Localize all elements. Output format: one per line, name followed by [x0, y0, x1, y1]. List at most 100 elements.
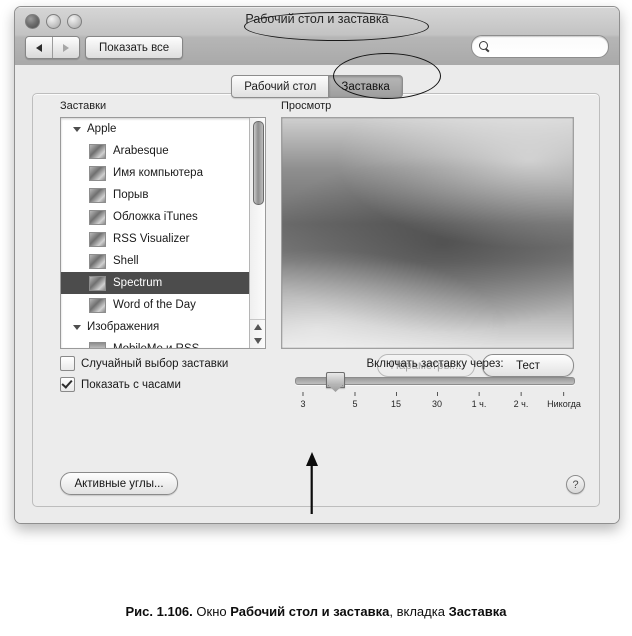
scroll-down-icon[interactable] [253, 338, 262, 344]
caption-text-2: , вкладка [389, 604, 445, 619]
list-item[interactable]: Arabesque [61, 140, 249, 162]
list-item-label: Spectrum [113, 277, 163, 289]
scrollbar-thumb[interactable] [253, 121, 264, 205]
screensaver-thumb-icon [89, 209, 106, 225]
navigation-buttons [25, 36, 80, 59]
list-item[interactable]: Имя компьютера [61, 162, 249, 184]
list-item-label: Arabesque [113, 145, 169, 157]
screensavers-list-items: Apple Arabesque Имя компьютера Порыв Обл… [61, 118, 249, 348]
tick-label: 5 [352, 399, 358, 409]
slider-tick: Никогда [547, 392, 581, 409]
show-clock-checkbox[interactable] [60, 377, 75, 392]
tick-mark-icon [563, 392, 565, 396]
slider-tick: 1 ч. [471, 392, 487, 409]
screensavers-list[interactable]: Apple Arabesque Имя компьютера Порыв Обл… [60, 117, 266, 349]
annotation-arrow-icon [306, 452, 318, 514]
list-item-label: Обложка iTunes [113, 211, 198, 223]
tick-label: 15 [390, 399, 402, 409]
show-clock-checkbox-row[interactable]: Показать с часами [60, 377, 181, 392]
preview-image [282, 118, 573, 348]
search-icon [479, 41, 490, 52]
list-item-label: Изображения [87, 321, 160, 333]
list-item-label: Word of the Day [113, 299, 196, 311]
list-item-label: Имя компьютера [113, 167, 203, 179]
forward-button[interactable] [52, 37, 79, 58]
scrollbar-arrows[interactable] [250, 319, 265, 348]
slider-ticks: 3 5 15 30 1 ч. 2 ч. Никогда [295, 392, 581, 416]
slider-caption: Включать заставку через: [366, 358, 504, 370]
tab-annotation-ellipse [333, 53, 441, 99]
slider-tick: 30 [432, 392, 442, 409]
back-button[interactable] [26, 37, 52, 58]
tick-mark-icon [395, 392, 397, 396]
screensavers-list-label: Заставки [60, 100, 107, 112]
caption-bold-2: Заставка [448, 604, 507, 619]
preview-label: Просмотр [281, 100, 332, 112]
tick-mark-icon [302, 392, 304, 396]
show-clock-label: Показать с часами [81, 378, 181, 391]
tab-desktop[interactable]: Рабочий стол [231, 75, 330, 98]
list-item[interactable]: Shell [61, 250, 249, 272]
screensaver-panel: Заставки Просмотр Apple Arabesque Имя ко [32, 93, 600, 507]
list-item-label: RSS Visualizer [113, 233, 190, 245]
list-item[interactable]: RSS Visualizer [61, 228, 249, 250]
list-item[interactable]: Обложка iTunes [61, 206, 249, 228]
tab-bar: Рабочий стол Заставка [15, 75, 619, 98]
idle-time-slider-group: Включать заставку через: 3 5 15 30 1 ч. … [295, 358, 581, 416]
tick-label: 3 [300, 399, 306, 409]
tick-mark-icon [520, 392, 522, 396]
search-input[interactable] [494, 39, 598, 54]
tick-label: Никогда [547, 399, 581, 409]
scroll-up-icon[interactable] [253, 324, 262, 330]
screensaver-thumb-icon [89, 143, 106, 159]
screensaver-thumb-icon [89, 253, 106, 269]
list-item-label: Shell [113, 255, 139, 267]
list-item[interactable]: Порыв [61, 184, 249, 206]
list-scrollbar[interactable] [249, 118, 265, 348]
slider-tick: 5 [352, 392, 358, 409]
photo-thumb-icon [89, 341, 106, 348]
chevron-down-icon[interactable] [73, 126, 81, 132]
help-button[interactable]: ? [566, 475, 585, 494]
list-group-apple[interactable]: Apple [61, 118, 249, 140]
hot-corners-button[interactable]: Активные углы... [60, 472, 178, 495]
list-item-selected[interactable]: Spectrum [61, 272, 249, 294]
slider-tick: 2 ч. [513, 392, 529, 409]
tick-mark-icon [436, 392, 438, 396]
slider-tick: 3 [300, 392, 306, 409]
list-item-label: Порыв [113, 189, 149, 201]
search-field[interactable] [471, 35, 609, 58]
random-screensaver-label: Случайный выбор заставки [81, 357, 229, 370]
idle-time-slider[interactable] [295, 372, 575, 388]
caption-text-1: Окно [196, 604, 227, 619]
show-all-button[interactable]: Показать все [85, 36, 184, 59]
slider-tick: 15 [391, 392, 401, 409]
list-item[interactable]: Word of the Day [61, 294, 249, 316]
tick-label: 1 ч. [471, 399, 487, 409]
screensaver-thumb-icon [89, 275, 106, 291]
tick-mark-icon [478, 392, 480, 396]
list-item-label: Apple [87, 123, 117, 135]
screensaver-preview [281, 117, 574, 349]
list-item-label: MobileMe и RSS [113, 343, 200, 349]
caption-figure-number: Рис. 1.106. [125, 604, 193, 619]
title-annotation-ellipse [244, 12, 429, 41]
slider-thumb[interactable] [326, 372, 345, 388]
system-preferences-window: Рабочий стол и заставка Показать все Раб… [14, 6, 620, 524]
screensaver-thumb-icon [89, 187, 106, 203]
tick-mark-icon [354, 392, 356, 396]
caption-bold-1: Рабочий стол и заставка [230, 604, 390, 619]
chevron-down-icon[interactable] [73, 324, 81, 330]
random-screensaver-checkbox-row[interactable]: Случайный выбор заставки [60, 356, 228, 371]
screensaver-thumb-icon [89, 165, 106, 181]
screensaver-thumb-icon [89, 297, 106, 313]
tick-label: 30 [431, 399, 443, 409]
figure-caption: Рис. 1.106. Окно Рабочий стол и заставка… [0, 604, 632, 619]
arrow-right-icon [63, 43, 69, 52]
list-item[interactable]: MobileMe и RSS [61, 338, 249, 349]
screensaver-thumb-icon [89, 231, 106, 247]
arrow-left-icon [36, 43, 42, 52]
random-screensaver-checkbox[interactable] [60, 356, 75, 371]
list-group-images[interactable]: Изображения [61, 316, 249, 338]
tick-label: 2 ч. [513, 399, 529, 409]
